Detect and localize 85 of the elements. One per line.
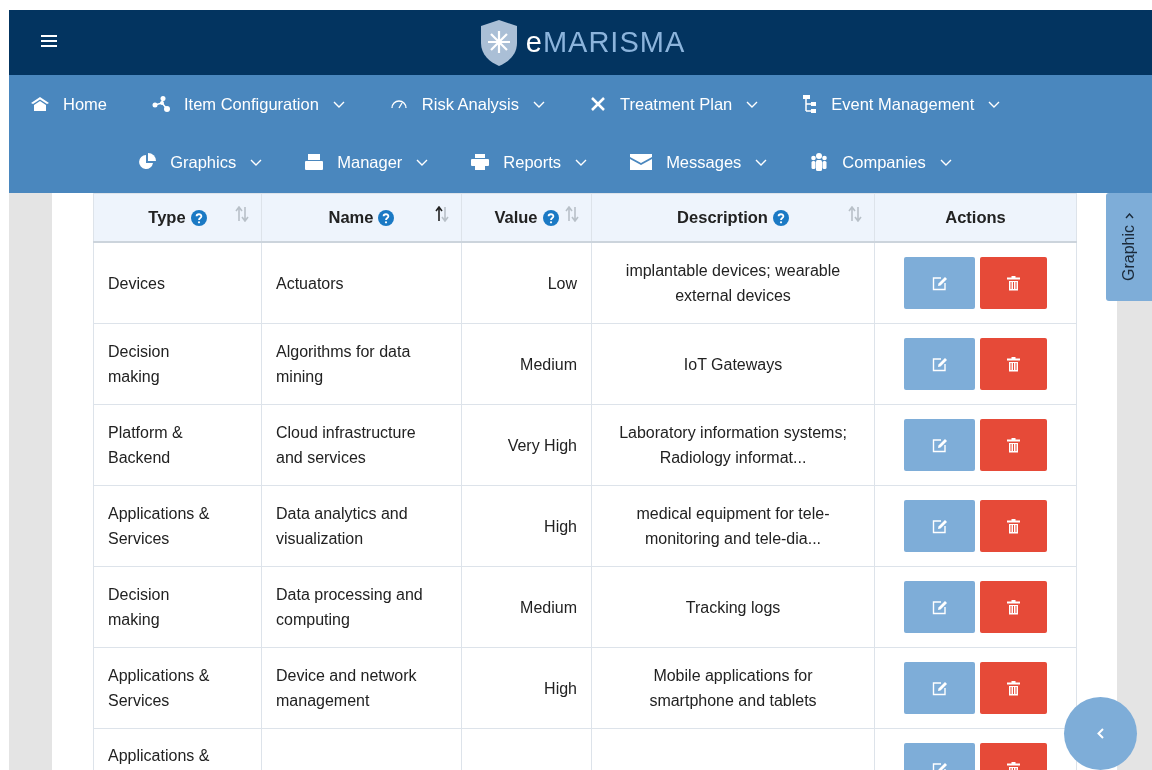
table-cell-text: Applications & Services [108,504,211,549]
inbox-tray-icon [305,154,324,170]
column-header: Type [148,208,186,227]
table-cell-text: Cloud infrastructure and services [276,423,417,468]
nav-menu-item[interactable]: Treatment Plan [590,94,784,114]
table-cell-text: Data analytics and visualization [276,504,409,549]
column-header: Value [494,208,538,227]
table-cell-text: Data processing and computing [276,585,424,630]
nav-menu-item[interactable]: Item Configuration [152,94,370,114]
table-cell-text: Platform & Backend [108,423,184,468]
table-cell-text: Devices [108,273,165,294]
column-header: Description [677,208,768,227]
edit-button[interactable] [904,581,975,633]
column-header: Name [328,208,374,227]
menu-icon[interactable] [41,34,57,48]
table-cell-text: medical equipment for tele-monitoring and tele-dia... [635,504,831,549]
tools-icon [590,96,607,112]
delete-button[interactable] [980,581,1047,633]
nav-menu-item[interactable]: Reports [471,152,613,172]
edit-icon [931,680,948,696]
nav-menu-item[interactable]: Messages [630,152,793,172]
table-cell-text: High [544,516,577,537]
edit-icon [931,437,948,453]
edit-button[interactable] [904,419,975,471]
nav-menu-item[interactable]: Risk Analysis [389,94,571,114]
edit-icon [931,599,948,615]
trash-icon [1007,356,1020,372]
trash-icon [1007,680,1020,696]
trash-icon [1007,437,1020,453]
delete-button[interactable] [980,257,1047,309]
delete-button[interactable] [980,662,1047,714]
table-cell-text: Mobile applications for smartphone and tablets [648,666,818,711]
column-header: Actions [945,208,1006,227]
table-cell-text: Decision making [108,585,171,630]
nav-menu-item[interactable]: Companies [810,152,977,172]
app-logo-text: eMARISMA [525,26,686,59]
gauge-icon [389,99,408,109]
nav-menu-item[interactable]: Home [31,94,132,114]
home-icon [31,97,49,111]
table-cell-text: Algorithms for data mining [276,342,412,387]
edit-button[interactable] [904,257,975,309]
edit-icon [931,275,948,291]
table-cell-text: High [544,678,577,699]
table-cell-text: Low [547,273,577,294]
help-icon[interactable] [542,209,559,226]
chevron-left-icon [1097,728,1104,739]
edit-icon [931,356,948,372]
table-cell-text: Applications & [108,746,210,766]
table-cell-text: Very High [507,435,577,456]
pie-chart-icon [138,153,157,171]
chevron-up-icon [1124,213,1134,219]
trash-icon [1007,275,1020,291]
delete-button[interactable] [980,338,1047,390]
trash-icon [1007,518,1020,534]
people-icon [810,153,829,171]
edit-button[interactable] [904,500,975,552]
table-cell-text: Applications & Services [108,666,211,711]
table-cell-text: Medium [520,597,577,618]
tree-icon [803,95,818,113]
edit-button[interactable] [904,338,975,390]
delete-button[interactable] [980,419,1047,471]
nodes-icon [152,96,170,112]
help-icon[interactable] [190,209,207,226]
delete-button[interactable] [980,500,1047,552]
table-cell-text: Medium [520,354,577,375]
table-cell-text: Actuators [276,273,344,294]
table-cell-text: Decision making [108,342,171,387]
nav-menu-item[interactable]: Manager [305,152,454,172]
table-cell-text: Laboratory information systems; Radiology informat... [618,423,848,468]
trash-icon [1007,599,1020,615]
table-cell-text: IoT Gateways [683,354,783,375]
side-tab[interactable]: Graphic [1106,193,1152,301]
nav-menu-item[interactable]: Event Management [803,94,1026,114]
edit-button[interactable] [904,662,975,714]
table-cell-text: Tracking logs [685,597,781,618]
table-cell-text: implantable devices; wearable external devices [624,261,842,306]
sort-icon[interactable] [435,206,449,222]
printer-icon [471,154,490,170]
envelope-icon [630,154,653,170]
help-icon[interactable] [772,209,789,226]
nav-menu-item[interactable]: Graphics [138,152,288,172]
help-icon[interactable] [378,209,395,226]
table-cell-text: Device and network management [276,666,418,711]
edit-icon [931,518,948,534]
shield-logo-icon [479,18,518,67]
